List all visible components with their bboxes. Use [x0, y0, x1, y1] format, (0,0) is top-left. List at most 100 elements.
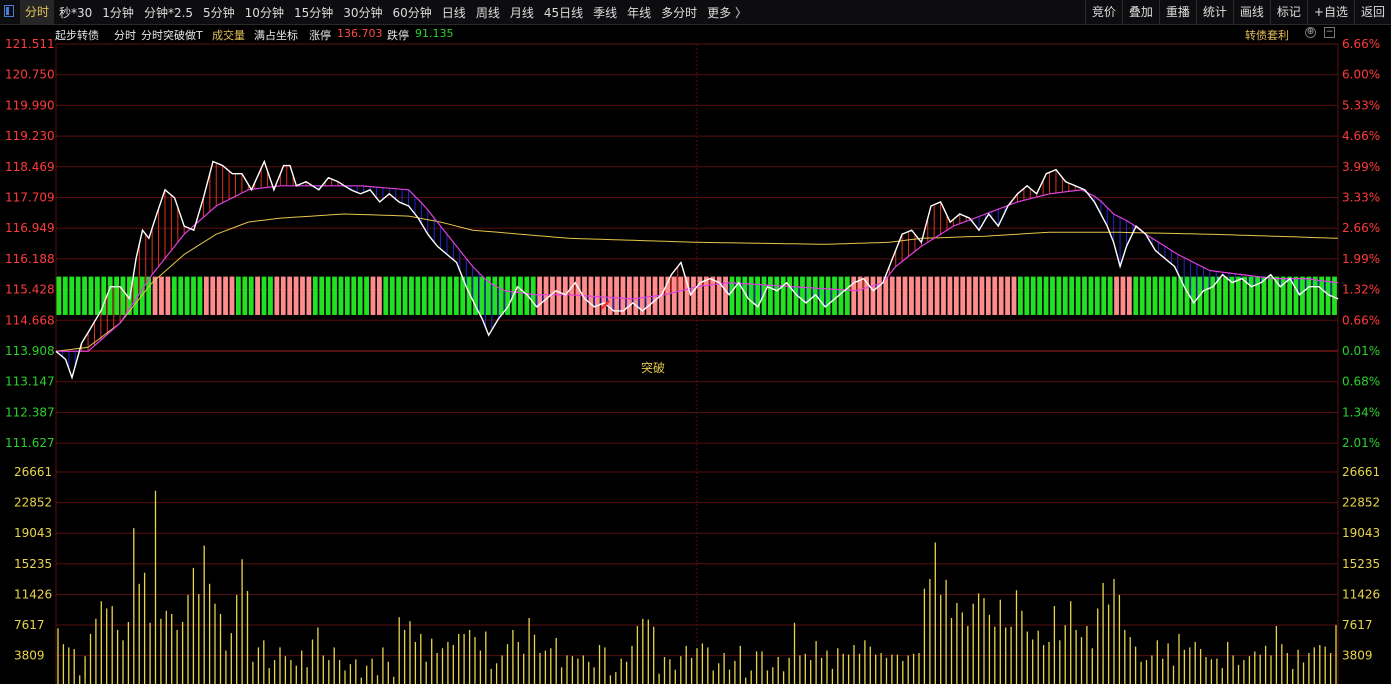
signal-bar	[1165, 276, 1171, 315]
signal-bar	[915, 276, 921, 315]
signal-bar	[152, 276, 158, 315]
signal-bar	[774, 276, 780, 315]
y-left-tick: 112.387	[5, 405, 55, 419]
signal-bar	[94, 276, 100, 315]
signal-bar	[62, 276, 68, 315]
signal-bar	[421, 276, 427, 315]
signal-bar	[312, 276, 318, 315]
volume-tick-left: 26661	[14, 465, 52, 479]
y-right-tick: 1.32%	[1342, 283, 1380, 297]
signal-bar	[562, 276, 568, 315]
signal-bar	[1159, 276, 1164, 315]
signal-bar	[896, 276, 902, 315]
signal-bar	[1146, 276, 1152, 315]
volume-tick-left: 19043	[14, 526, 52, 540]
y-left-tick: 116.949	[5, 221, 55, 235]
volume-bars	[57, 490, 1337, 684]
volume-tick-right: 7617	[1342, 618, 1373, 632]
signal-bar	[492, 276, 498, 315]
signal-bar	[556, 276, 562, 315]
signal-bar	[242, 276, 248, 315]
ma-fill	[61, 162, 1333, 369]
signal-bar	[434, 276, 440, 315]
signal-bar	[537, 276, 543, 315]
signal-bar	[248, 276, 254, 315]
signal-bar	[703, 276, 709, 315]
signal-bar	[261, 276, 267, 315]
y-left-tick: 119.230	[5, 129, 55, 143]
signal-bar	[1139, 276, 1145, 315]
signal-bar	[1069, 276, 1075, 315]
signal-bar	[1203, 276, 1209, 315]
signal-bar	[1056, 276, 1062, 315]
signal-bar	[1094, 276, 1100, 315]
signal-bar	[389, 276, 395, 315]
signal-bar	[223, 276, 228, 315]
signal-bar	[178, 276, 184, 315]
signal-bar	[1075, 276, 1081, 315]
y-right-tick: 6.00%	[1342, 68, 1380, 82]
signal-bar	[761, 276, 767, 315]
signal-bar	[235, 276, 241, 315]
signal-bar	[780, 276, 786, 315]
signal-bar	[409, 276, 414, 315]
signal-bar	[691, 276, 696, 315]
signal-bar	[678, 276, 684, 315]
volume-tick-left: 22852	[14, 496, 52, 510]
signal-bar	[1005, 276, 1010, 315]
signal-bar	[216, 276, 222, 315]
signal-bar	[210, 276, 216, 315]
signal-bar	[229, 276, 235, 315]
signal-bar	[383, 276, 389, 315]
breakout-annotation: 突破	[641, 360, 665, 375]
signal-bar	[543, 276, 549, 315]
signal-bar	[255, 276, 261, 315]
signal-bar	[1287, 276, 1293, 315]
signal-bar	[1300, 276, 1305, 315]
signal-bar	[1267, 276, 1273, 315]
signal-bar	[1319, 276, 1325, 315]
signal-bar	[633, 276, 639, 315]
signal-bar	[351, 276, 357, 315]
signal-bar	[1050, 276, 1055, 315]
signal-bar	[870, 276, 876, 315]
signal-bar	[1312, 276, 1318, 315]
grid	[55, 43, 1339, 684]
signal-bar	[857, 276, 863, 315]
signal-bar	[876, 276, 882, 315]
signal-bar	[287, 276, 293, 315]
y-right-tick: 0.66%	[1342, 313, 1380, 327]
volume-tick-left: 7617	[14, 618, 45, 632]
signal-bar	[889, 276, 895, 315]
signal-bar	[646, 276, 652, 315]
signal-bar	[1210, 276, 1216, 315]
y-right-tick: 0.01%	[1342, 344, 1380, 358]
y-left-tick: 115.428	[5, 283, 55, 297]
signal-bar	[1223, 276, 1228, 315]
signal-bar	[979, 276, 985, 315]
signal-bar	[1126, 276, 1132, 315]
signal-bar	[947, 276, 953, 315]
signal-bar	[1030, 276, 1036, 315]
signal-bar	[357, 276, 363, 315]
signal-bar	[1255, 276, 1260, 315]
y-left-tick: 114.668	[5, 313, 55, 327]
signal-bar	[1248, 276, 1254, 315]
signal-bar	[1114, 276, 1119, 315]
signal-bar	[1293, 276, 1299, 315]
y-right-tick: 4.66%	[1342, 129, 1380, 143]
y-left-tick: 120.750	[5, 68, 55, 82]
volume-tick-right: 22852	[1342, 496, 1380, 510]
signal-bar	[325, 276, 331, 315]
signal-bar	[396, 276, 402, 315]
y-left-tick: 111.627	[5, 436, 55, 450]
y-left-tick: 121.511	[5, 37, 55, 51]
signal-bar	[1101, 276, 1107, 315]
signal-bar	[498, 276, 504, 315]
volume-tick-right: 19043	[1342, 526, 1380, 540]
signal-bar	[518, 276, 523, 315]
y-right-tick: 1.99%	[1342, 252, 1380, 266]
signal-bar	[992, 276, 998, 315]
signal-bar	[594, 276, 600, 315]
signal-bar	[902, 276, 908, 315]
